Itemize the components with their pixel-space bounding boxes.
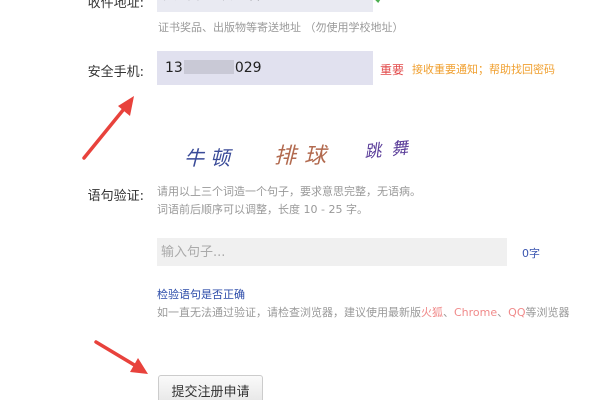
address-label: 收件地址:: [87, 0, 144, 11]
phone-value-start: 13: [165, 60, 183, 76]
check-sentence-link[interactable]: 检验语句是否正确: [157, 286, 245, 302]
address-input[interactable]: 黄山市屯溪区名人之家: [157, 0, 373, 12]
browser-sep-2: 、: [497, 306, 509, 319]
arrow-annotation-phone: [82, 96, 134, 160]
captcha-word-2: 排球: [274, 144, 335, 169]
captcha-word-3: 跳舞: [363, 137, 420, 163]
browser-hint-suffix: 等浏览器: [525, 306, 570, 319]
browser-hint-prefix: 如一直无法通过验证，请检查浏览器，建议使用最新版: [157, 306, 421, 319]
sentence-hint-line2: 词语前后顺序可以调整，长度 10 - 25 字。: [157, 203, 368, 216]
phone-notice: 接收重要通知；帮助找回密码: [412, 63, 555, 76]
sentence-input[interactable]: [157, 238, 507, 266]
address-hint: 证书奖品、出版物等寄送地址 （勿使用学校地址）: [158, 21, 404, 34]
browser-firefox: 火狐: [421, 306, 443, 319]
phone-important-tag: 重要: [380, 63, 405, 77]
phone-label: 安全手机:: [87, 65, 144, 80]
sentence-label: 语句验证:: [87, 189, 144, 204]
submit-registration-button[interactable]: 提交注册申请: [158, 375, 263, 400]
phone-redaction: [183, 60, 234, 74]
captcha-word-1: 牛顿: [184, 146, 236, 170]
phone-input[interactable]: 13 029: [157, 51, 373, 85]
browser-sep-1: 、: [443, 306, 454, 319]
browser-hint: 如一直无法通过验证，请检查浏览器，建议使用最新版火狐、Chrome、QQ等浏览器: [157, 304, 569, 320]
check-icon: [375, 0, 381, 3]
browser-qq: QQ: [508, 306, 526, 319]
sentence-hint-line1: 请用以上三个词造一个句子，要求意思完整，无语病。: [157, 185, 421, 198]
phone-value-end: 029: [234, 60, 262, 76]
browser-chrome: Chrome: [454, 306, 498, 319]
arrow-annotation-submit: [94, 340, 148, 374]
char-count: 0字: [522, 247, 540, 260]
